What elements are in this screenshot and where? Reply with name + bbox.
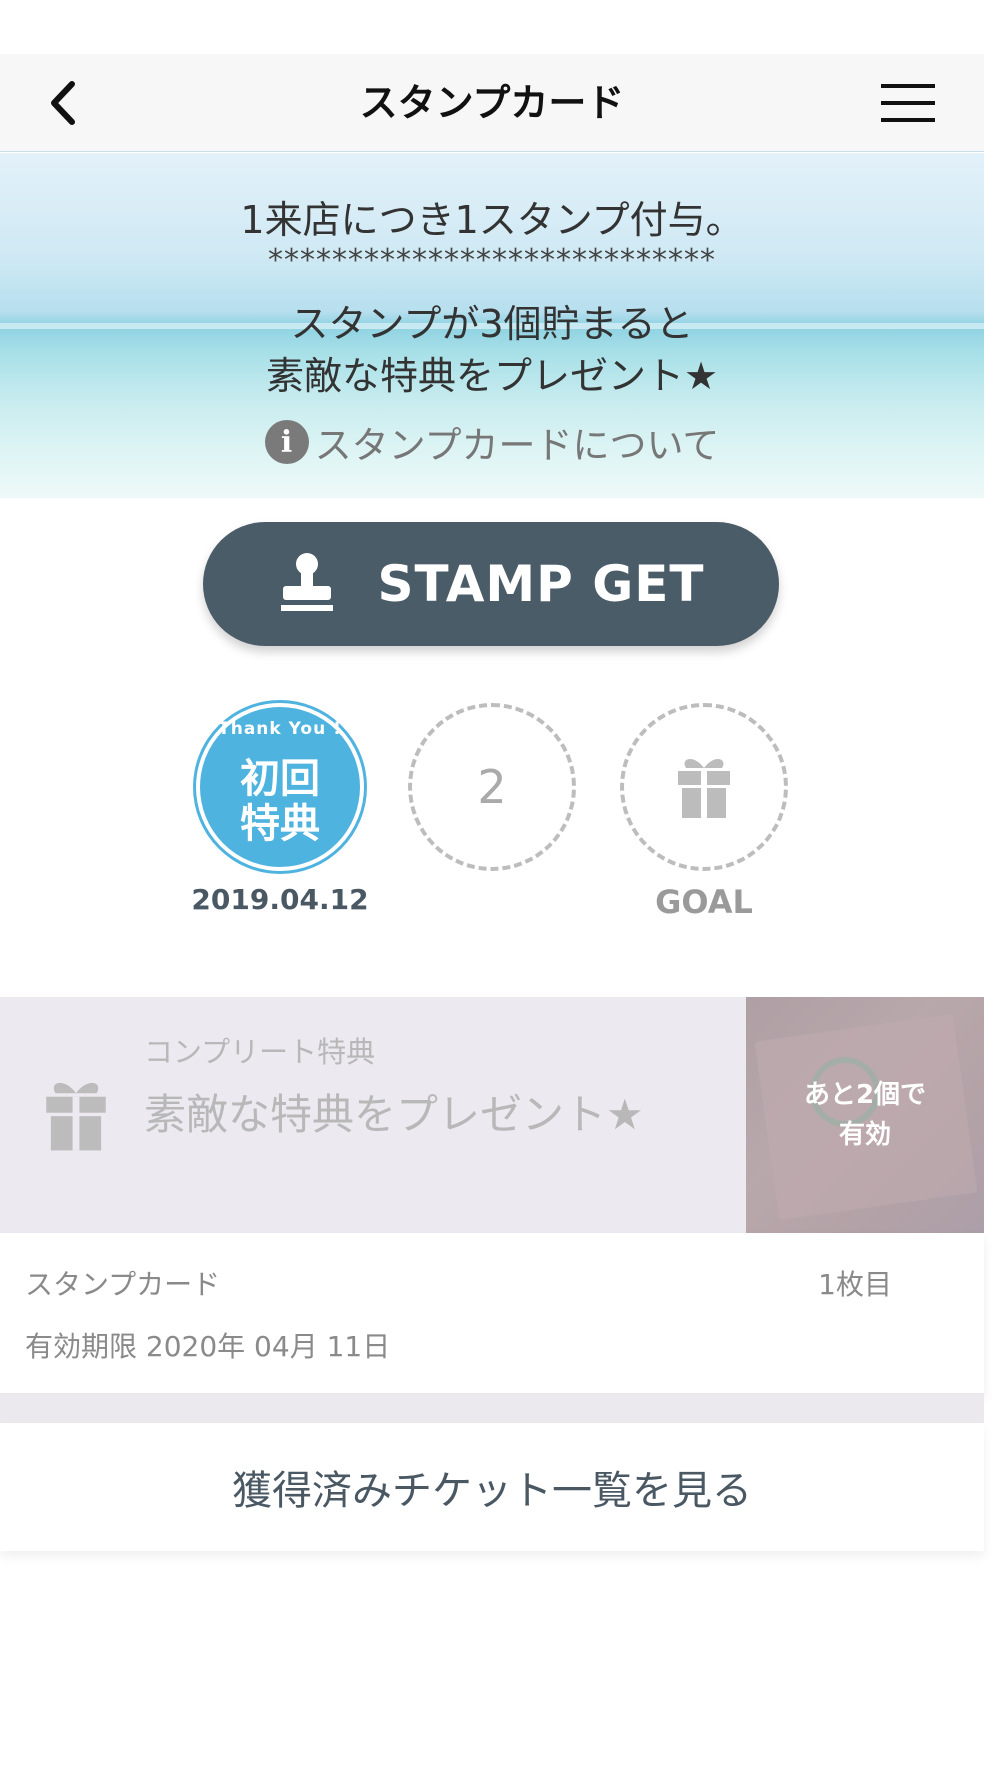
badge-first-visit: 初回 特典: [200, 757, 360, 847]
info-icon: i: [264, 420, 309, 464]
about-link-label: スタンプカードについて: [314, 424, 720, 467]
card-label: スタンプカード: [25, 1268, 221, 1301]
hero-line-3: 素敵な特典をプレゼント★: [265, 354, 719, 398]
stamp-slot-goal: [620, 703, 788, 871]
gift-icon: [678, 758, 730, 818]
stamp-get-button[interactable]: STAMP GET: [203, 522, 779, 646]
menu-button[interactable]: [880, 78, 936, 128]
stamp-slot-number: 2: [477, 760, 507, 814]
section-divider: [0, 1393, 984, 1423]
stamp-slot-1: Thank You ! 初回 特典: [196, 703, 364, 871]
hamburger-menu-icon: [881, 84, 935, 122]
stamp-get-label: STAMP GET: [377, 555, 705, 613]
goal-label: GOAL: [655, 883, 753, 921]
hero-stars-divider: ****************************: [268, 243, 716, 278]
reward-status-line-2: 有効: [838, 1120, 891, 1150]
badge-line-2: 特典: [240, 801, 320, 847]
card-expiry: 有効期限 2020年 04月 11日: [25, 1330, 391, 1363]
badge-thank-you: Thank You !: [218, 719, 342, 739]
card-count: 1枚目: [818, 1268, 892, 1301]
gift-icon: [46, 1082, 106, 1151]
about-stamp-card-link[interactable]: i スタンプカードについて: [0, 415, 984, 469]
page-title: スタンプカード: [359, 81, 625, 125]
hero-line-1: 1来店につき1スタンプ付与。: [240, 198, 744, 242]
stamp-icon: [281, 553, 334, 611]
view-tickets-label: 獲得済みチケット一覧を見る: [232, 1468, 752, 1514]
reward-image: あと2個で 有効: [746, 997, 984, 1233]
card-info: スタンプカード 1枚目 有効期限 2020年 04月 11日: [0, 1233, 984, 1393]
stamp-slot-2: 2: [408, 703, 576, 871]
view-tickets-button[interactable]: 獲得済みチケット一覧を見る: [0, 1423, 984, 1551]
reward-subtitle: コンプリート特典: [144, 1035, 376, 1069]
nav-bar: スタンプカード: [0, 54, 984, 152]
hero-line-2: スタンプが3個貯まると: [290, 302, 694, 346]
stamp-date: 2019.04.12: [191, 883, 369, 916]
complete-reward-card[interactable]: コンプリート特典 素敵な特典をプレゼント★ あと2個で 有効: [0, 997, 984, 1233]
badge-line-1: 初回: [240, 756, 320, 802]
reward-title: 素敵な特典をプレゼント★: [144, 1090, 644, 1139]
reward-status-line-1: あと2個で: [803, 1080, 927, 1110]
reward-status: あと2個で 有効: [746, 1075, 984, 1155]
hero-banner: 1来店につき1スタンプ付与。 *************************…: [0, 153, 984, 498]
